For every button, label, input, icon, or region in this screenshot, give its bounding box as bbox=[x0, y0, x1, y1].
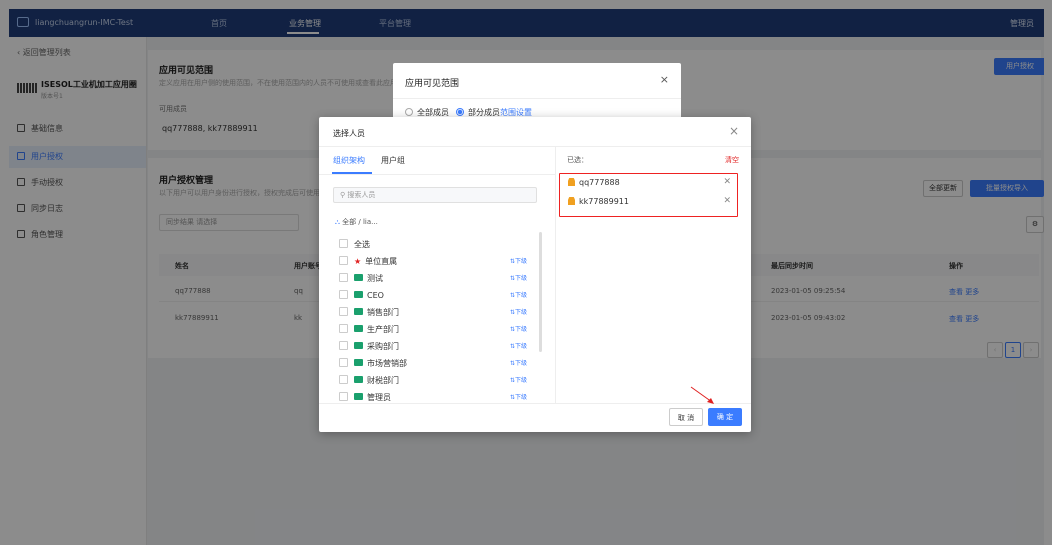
org-panel: 组织架构 用户组 ⚲ 搜索人员 ⛬ 全部 / lia... 全选 ★ 单位直属 ⇅下… bbox=[319, 147, 556, 403]
sub-level-link[interactable]: ⇅下级 bbox=[510, 321, 527, 338]
sub-level-label: 下级 bbox=[514, 343, 527, 350]
sub-level-label: 下级 bbox=[514, 360, 527, 367]
selected-user: qq777888 bbox=[568, 178, 620, 187]
folder-icon bbox=[354, 291, 363, 298]
checkbox[interactable] bbox=[339, 307, 348, 316]
folder-icon bbox=[354, 308, 363, 315]
breadcrumb: ⛬ 全部 / lia... bbox=[335, 217, 378, 227]
dept-name: 采购部门 bbox=[367, 342, 399, 351]
dept-name: 财税部门 bbox=[367, 376, 399, 385]
breadcrumb-sep: / bbox=[358, 218, 361, 226]
selected-panel: 已选： 清空 qq777888 ✕ kk77889911 ✕ bbox=[557, 147, 751, 403]
checkbox[interactable] bbox=[339, 256, 348, 265]
scrollbar[interactable] bbox=[539, 232, 542, 352]
radio-label: 全部成员 bbox=[417, 108, 449, 117]
checkbox[interactable] bbox=[339, 375, 348, 384]
checkbox[interactable] bbox=[339, 239, 348, 248]
cancel-button[interactable]: 取 消 bbox=[669, 408, 703, 426]
search-input[interactable]: ⚲ 搜索人员 bbox=[333, 187, 537, 203]
dept-name: 生产部门 bbox=[367, 325, 399, 334]
search-placeholder: 搜索人员 bbox=[347, 191, 376, 199]
folder-icon bbox=[354, 393, 363, 400]
annotation-arrow-icon bbox=[690, 386, 714, 404]
tab-user-group[interactable]: 用户组 bbox=[381, 155, 405, 166]
list-item[interactable]: 市场营销部 ⇅下级 bbox=[339, 355, 539, 372]
selected-list: qq777888 ✕ kk77889911 ✕ bbox=[559, 173, 738, 217]
select-person-dialog: 选择人员 × 组织架构 用户组 ⚲ 搜索人员 ⛬ 全部 / lia... 全选 … bbox=[319, 117, 751, 432]
checkbox[interactable] bbox=[339, 392, 348, 401]
dialog-title: 选择人员 bbox=[333, 129, 365, 138]
sub-level-link[interactable]: ⇅下级 bbox=[510, 355, 527, 372]
dept-name: 管理员 bbox=[367, 393, 391, 402]
radio-icon bbox=[405, 108, 413, 116]
radio-label: 部分成员 bbox=[468, 108, 500, 117]
star-icon: ★ bbox=[354, 257, 362, 266]
checkbox[interactable] bbox=[339, 324, 348, 333]
sub-level-label: 下级 bbox=[514, 394, 527, 401]
dept-name: 市场营销部 bbox=[367, 359, 407, 368]
list-item[interactable]: 管理员 ⇅下级 bbox=[339, 389, 539, 403]
dept-name: 销售部门 bbox=[367, 308, 399, 317]
select-all-label: 全选 bbox=[354, 240, 370, 249]
sub-level-label: 下级 bbox=[514, 292, 527, 299]
breadcrumb-root[interactable]: 全部 bbox=[342, 218, 356, 226]
dept-name: 测试 bbox=[367, 274, 383, 283]
list-item[interactable]: 采购部门 ⇅下级 bbox=[339, 338, 539, 355]
remove-icon[interactable]: ✕ bbox=[723, 196, 731, 206]
selected-user-name: kk77889911 bbox=[579, 197, 629, 206]
sub-level-link[interactable]: ⇅下级 bbox=[510, 304, 527, 321]
dept-name: CEO bbox=[367, 291, 384, 300]
folder-icon bbox=[354, 359, 363, 366]
select-all-row[interactable]: 全选 bbox=[339, 236, 539, 253]
sub-level-link[interactable]: ⇅下级 bbox=[510, 287, 527, 304]
dialog-title: 应用可见范围 bbox=[405, 79, 460, 89]
checkbox[interactable] bbox=[339, 290, 348, 299]
selected-label: 已选： bbox=[567, 156, 588, 164]
confirm-button[interactable]: 确 定 bbox=[708, 408, 742, 426]
sub-level-label: 下级 bbox=[514, 326, 527, 333]
list-item[interactable]: 销售部门 ⇅下级 bbox=[339, 304, 539, 321]
sub-level-link[interactable]: ⇅下级 bbox=[510, 389, 527, 403]
list-item[interactable]: CEO ⇅下级 bbox=[339, 287, 539, 304]
sub-level-link[interactable]: ⇅下级 bbox=[510, 372, 527, 389]
radio-checked-icon bbox=[456, 108, 464, 116]
range-settings-link[interactable]: 范围设置 bbox=[500, 108, 532, 117]
clear-button[interactable]: 清空 bbox=[725, 155, 739, 165]
close-icon[interactable]: × bbox=[729, 124, 739, 138]
list-item[interactable]: 财税部门 ⇅下级 bbox=[339, 372, 539, 389]
list-item[interactable]: 测试 ⇅下级 bbox=[339, 270, 539, 287]
divider bbox=[393, 98, 681, 99]
close-icon[interactable]: × bbox=[660, 73, 669, 86]
divider bbox=[319, 403, 751, 404]
folder-icon bbox=[354, 376, 363, 383]
sub-level-label: 下级 bbox=[514, 275, 527, 282]
sub-level-label: 下级 bbox=[514, 377, 527, 384]
dept-name: 单位直属 bbox=[365, 257, 398, 266]
user-icon bbox=[568, 197, 575, 205]
sub-level-link[interactable]: ⇅下级 bbox=[510, 270, 527, 287]
checkbox[interactable] bbox=[339, 273, 348, 282]
checkbox[interactable] bbox=[339, 358, 348, 367]
folder-icon bbox=[354, 274, 363, 281]
folder-icon bbox=[354, 342, 363, 349]
selected-user-name: qq777888 bbox=[579, 178, 620, 187]
tab-org-structure[interactable]: 组织架构 bbox=[333, 155, 365, 166]
divider bbox=[319, 174, 556, 175]
remove-icon[interactable]: ✕ bbox=[723, 177, 731, 187]
sub-level-label: 下级 bbox=[514, 258, 527, 265]
sub-level-link[interactable]: ⇅下级 bbox=[510, 253, 527, 270]
checkbox[interactable] bbox=[339, 341, 348, 350]
user-icon bbox=[568, 178, 575, 186]
sub-level-link[interactable]: ⇅下级 bbox=[510, 338, 527, 355]
selected-user: kk77889911 bbox=[568, 197, 629, 206]
sub-level-label: 下级 bbox=[514, 309, 527, 316]
folder-icon bbox=[354, 325, 363, 332]
list-item[interactable]: 生产部门 ⇅下级 bbox=[339, 321, 539, 338]
list-item[interactable]: ★ 单位直属 ⇅下级 bbox=[339, 253, 539, 270]
breadcrumb-current[interactable]: lia... bbox=[363, 218, 378, 226]
